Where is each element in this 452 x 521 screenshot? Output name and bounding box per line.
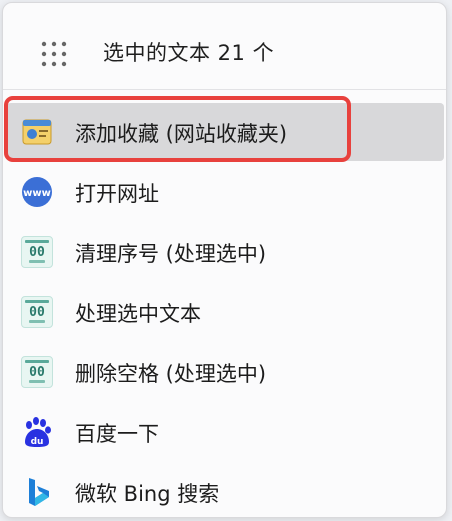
drag-grip-icon[interactable] — [41, 41, 67, 67]
baidu-icon: du — [25, 417, 51, 447]
bing-icon — [29, 478, 49, 506]
menu-item-label: 微软 Bing 搜索 — [75, 482, 220, 506]
script-icon: 00 — [21, 356, 53, 388]
menu-item-label: 清理序号 (处理选中) — [75, 242, 267, 266]
menu-item-label: 删除空格 (处理选中) — [75, 362, 267, 386]
script-icon: 00 — [21, 296, 53, 328]
menu-item-open-url[interactable]: www 打开网址 — [7, 163, 444, 221]
menu-item-bing-search[interactable]: 微软 Bing 搜索 — [7, 463, 444, 521]
www-icon: www — [22, 177, 52, 207]
focus-highlight-ring — [4, 96, 351, 162]
svg-text:www: www — [23, 188, 51, 199]
menu-item-clean-numbers[interactable]: 00 清理序号 (处理选中) — [7, 223, 444, 281]
menu-divider — [3, 89, 446, 90]
menu-header: 选中的文本 21 个 — [3, 3, 446, 89]
menu-item-label: 处理选中文本 — [75, 302, 201, 326]
selection-count-title: 选中的文本 21 个 — [103, 41, 275, 65]
menu-item-label: 打开网址 — [75, 182, 159, 206]
menu-item-baidu-search[interactable]: du 百度一下 — [7, 403, 444, 461]
svg-text:du: du — [31, 437, 44, 447]
script-icon: 00 — [21, 236, 53, 268]
menu-item-process-text[interactable]: 00 处理选中文本 — [7, 283, 444, 341]
menu-item-label: 百度一下 — [75, 422, 159, 446]
menu-item-remove-spaces[interactable]: 00 删除空格 (处理选中) — [7, 343, 444, 401]
context-menu: 选中的文本 21 个 添加收藏 (网站收藏夹) www 打开网址 00 清理序号… — [2, 2, 447, 518]
